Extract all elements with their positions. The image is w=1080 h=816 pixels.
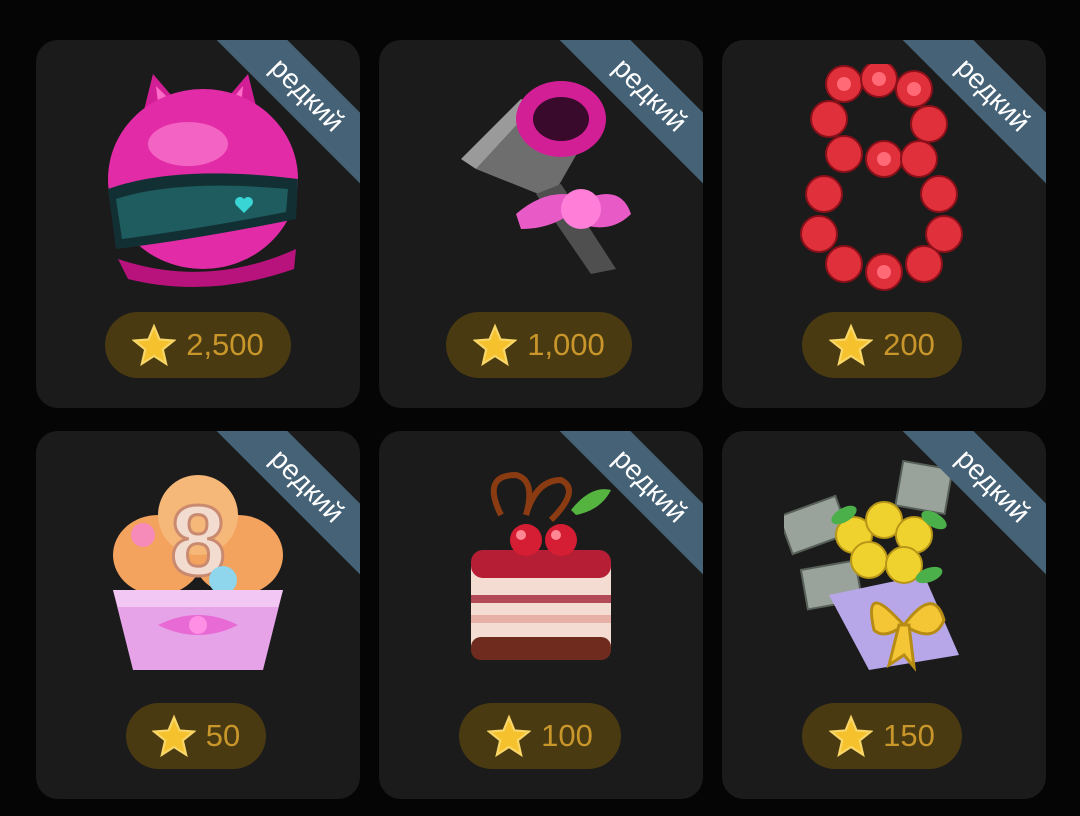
gift-grid: редкий 2,500 редкий 1,000 редкий 200 8 р… bbox=[0, 0, 1080, 816]
star-icon bbox=[829, 323, 874, 367]
star-icon bbox=[473, 323, 518, 367]
gift-card-hair-dryer[interactable]: редкий 1,000 bbox=[379, 40, 703, 408]
star-icon bbox=[151, 714, 196, 758]
cupcake-icon: 8 bbox=[113, 475, 283, 670]
price-label: 150 bbox=[883, 718, 935, 753]
price-label: 1,000 bbox=[527, 327, 605, 362]
money-bouquet-icon bbox=[784, 459, 959, 672]
price-button[interactable]: 2,500 bbox=[105, 312, 291, 378]
gift-card-helmet[interactable]: редкий 2,500 bbox=[36, 40, 360, 408]
rose-number-eight-icon bbox=[800, 64, 963, 291]
price-button[interactable]: 1,000 bbox=[446, 312, 632, 378]
gift-card-money-bouquet[interactable]: редкий 150 bbox=[722, 431, 1046, 799]
cherry-cake-icon bbox=[471, 471, 611, 660]
star-icon bbox=[487, 714, 532, 758]
price-button[interactable]: 100 bbox=[459, 703, 621, 769]
gift-card-rose-eight[interactable]: редкий 200 bbox=[722, 40, 1046, 408]
price-label: 2,500 bbox=[186, 327, 264, 362]
star-icon bbox=[829, 714, 874, 758]
star-icon bbox=[132, 323, 177, 367]
price-button[interactable]: 50 bbox=[126, 703, 266, 769]
price-label: 100 bbox=[541, 718, 593, 753]
price-label: 200 bbox=[883, 327, 935, 362]
price-label: 50 bbox=[205, 718, 241, 753]
price-button[interactable]: 150 bbox=[802, 703, 962, 769]
cat-ear-helmet-icon bbox=[108, 74, 298, 287]
hair-dryer-icon bbox=[461, 81, 631, 274]
gift-card-cherry-cake[interactable]: редкий 100 bbox=[379, 431, 703, 799]
price-button[interactable]: 200 bbox=[802, 312, 962, 378]
gift-card-cupcake[interactable]: 8 редкий 50 bbox=[36, 431, 360, 799]
